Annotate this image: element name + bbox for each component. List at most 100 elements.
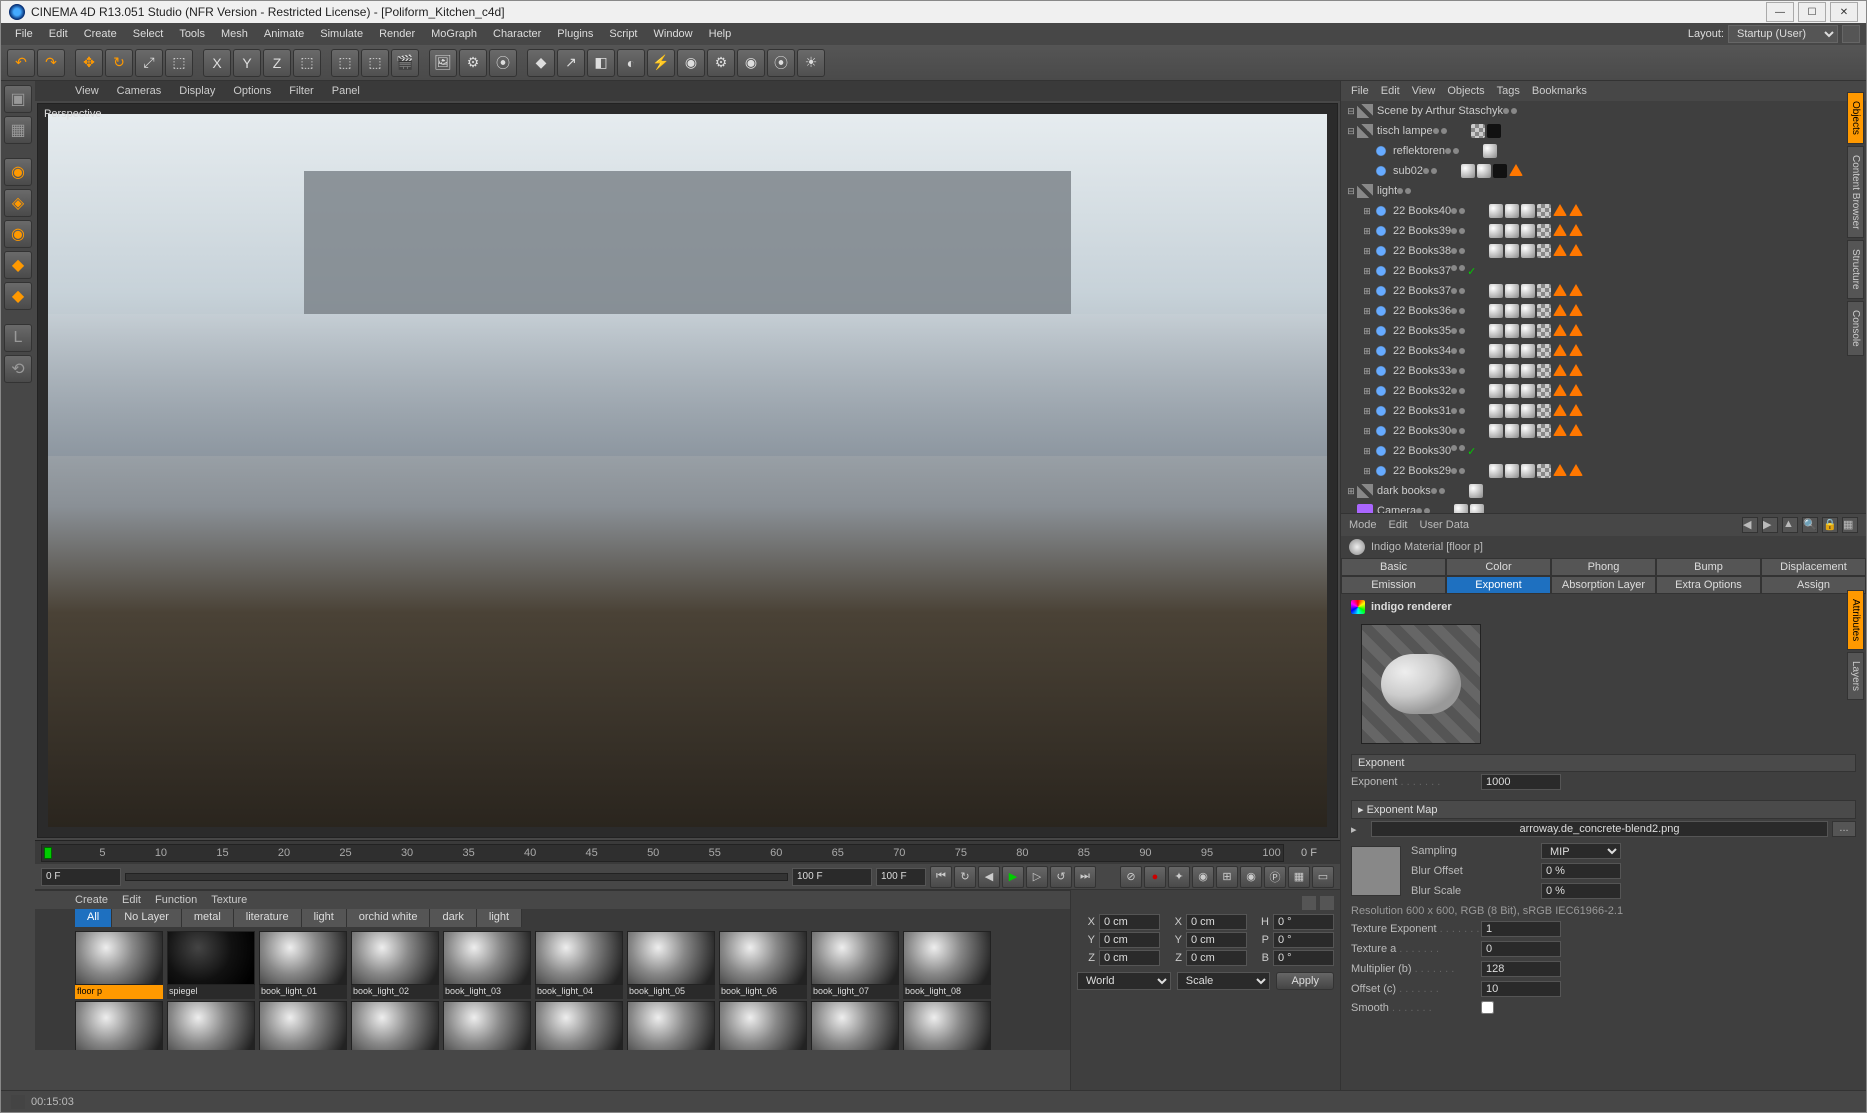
- obj-menu-bookmarks[interactable]: Bookmarks: [1532, 85, 1587, 97]
- playback-btn-10[interactable]: ✦: [1168, 866, 1190, 888]
- object-tree[interactable]: ⊟Scene by Arthur Staschyk⊟tisch lamperef…: [1341, 101, 1866, 513]
- tree-item-22-books30[interactable]: ⊞22 Books30✓: [1341, 441, 1866, 461]
- layout-dropdown[interactable]: Startup (User): [1728, 25, 1838, 43]
- tag-check[interactable]: [1537, 344, 1551, 358]
- view-menu-panel[interactable]: Panel: [332, 85, 360, 97]
- toolbar-btn-8[interactable]: Z: [263, 49, 291, 77]
- tag-mat[interactable]: [1489, 204, 1503, 218]
- coord-icon[interactable]: [1320, 896, 1334, 910]
- tag-check[interactable]: [1537, 284, 1551, 298]
- exponent-input[interactable]: [1481, 774, 1561, 790]
- tag-orange-tri[interactable]: [1509, 164, 1523, 176]
- tag-mat[interactable]: [1505, 364, 1519, 378]
- tex-a-input[interactable]: [1481, 941, 1561, 957]
- playback-btn-12[interactable]: ⊞: [1216, 866, 1238, 888]
- left-tool-6[interactable]: ◆: [4, 282, 32, 310]
- left-tool-3[interactable]: ◈: [4, 189, 32, 217]
- coord-x-input[interactable]: [1099, 914, 1160, 930]
- tag-mat[interactable]: [1505, 324, 1519, 338]
- tree-item-scene-by-arthur-staschyk[interactable]: ⊟Scene by Arthur Staschyk: [1341, 101, 1866, 121]
- tag-mat[interactable]: [1477, 164, 1491, 178]
- left-tool-8[interactable]: ⟲: [4, 355, 32, 383]
- sampling-dropdown[interactable]: MIP: [1541, 843, 1621, 859]
- tag-mat[interactable]: [1505, 344, 1519, 358]
- menu-select[interactable]: Select: [125, 25, 172, 43]
- material-book_light_05[interactable]: book_light_05: [627, 931, 715, 999]
- tag-check[interactable]: [1537, 224, 1551, 238]
- view-menu-options[interactable]: Options: [233, 85, 271, 97]
- tag-check[interactable]: [1537, 324, 1551, 338]
- left-tool-5[interactable]: ◆: [4, 251, 32, 279]
- menu-animate[interactable]: Animate: [256, 25, 312, 43]
- obj-menu-tags[interactable]: Tags: [1497, 85, 1520, 97]
- layout-settings-icon[interactable]: [1842, 25, 1860, 43]
- toolbar-btn-12[interactable]: 🎬: [391, 49, 419, 77]
- browse-button[interactable]: ...: [1832, 821, 1856, 837]
- coord-b-input[interactable]: [1273, 950, 1334, 966]
- tag-mat[interactable]: [1505, 284, 1519, 298]
- tag-orange-tri[interactable]: [1553, 224, 1567, 236]
- offset-input[interactable]: [1481, 981, 1561, 997]
- menu-character[interactable]: Character: [485, 25, 549, 43]
- mat-tab-dark[interactable]: dark: [430, 909, 476, 927]
- material-row2-5[interactable]: [535, 1001, 623, 1050]
- tag-orange-tri[interactable]: [1569, 464, 1583, 476]
- playback-btn-14[interactable]: Ⓟ: [1264, 866, 1286, 888]
- frame-end2-input[interactable]: [876, 868, 926, 886]
- coord-mode2-dropdown[interactable]: Scale: [1177, 972, 1271, 990]
- side-tab-content-browser[interactable]: Content Browser: [1847, 146, 1864, 238]
- mat-tab-no-layer[interactable]: No Layer: [112, 909, 182, 927]
- menu-mograph[interactable]: MoGraph: [423, 25, 485, 43]
- material-book_light_08[interactable]: book_light_08: [903, 931, 991, 999]
- tag-check[interactable]: [1537, 204, 1551, 218]
- coord-y-input[interactable]: [1099, 932, 1160, 948]
- tag-mat[interactable]: [1489, 304, 1503, 318]
- timeline-ruler[interactable]: 0510152025303540455055606570758085909510…: [41, 844, 1284, 862]
- tag-mat[interactable]: [1521, 344, 1535, 358]
- coord-sz-input[interactable]: [1186, 950, 1247, 966]
- multiplier-input[interactable]: [1481, 961, 1561, 977]
- toolbar-btn-18[interactable]: ◧: [587, 49, 615, 77]
- close-button[interactable]: ✕: [1830, 2, 1858, 22]
- playback-btn-13[interactable]: ◉: [1240, 866, 1262, 888]
- toolbar-btn-2[interactable]: ✥: [75, 49, 103, 77]
- blur-offset-input[interactable]: [1541, 863, 1621, 879]
- tag-black[interactable]: [1487, 124, 1501, 138]
- toolbar-btn-1[interactable]: ↷: [37, 49, 65, 77]
- tag-orange-tri[interactable]: [1553, 464, 1567, 476]
- tag-mat[interactable]: [1489, 324, 1503, 338]
- tag-mat[interactable]: [1521, 424, 1535, 438]
- obj-menu-objects[interactable]: Objects: [1447, 85, 1484, 97]
- tag-mat[interactable]: [1505, 384, 1519, 398]
- playback-btn-11[interactable]: ◉: [1192, 866, 1214, 888]
- tag-orange-tri[interactable]: [1553, 344, 1567, 356]
- material-row2-7[interactable]: [719, 1001, 807, 1050]
- tree-item-22-books31[interactable]: ⊞22 Books31: [1341, 401, 1866, 421]
- tag-mat[interactable]: [1521, 404, 1535, 418]
- tag-orange-tri[interactable]: [1569, 364, 1583, 376]
- tag-orange-tri[interactable]: [1553, 364, 1567, 376]
- search-icon[interactable]: 🔍: [1802, 517, 1818, 533]
- tree-item-22-books29[interactable]: ⊞22 Books29: [1341, 461, 1866, 481]
- tag-mat[interactable]: [1521, 204, 1535, 218]
- toolbar-btn-11[interactable]: ⬚: [361, 49, 389, 77]
- material-book_light_03[interactable]: book_light_03: [443, 931, 531, 999]
- mat-menu-texture[interactable]: Texture: [211, 894, 247, 906]
- tag-mat[interactable]: [1521, 364, 1535, 378]
- tag-mat[interactable]: [1470, 504, 1484, 513]
- tag-orange-tri[interactable]: [1553, 404, 1567, 416]
- texture-thumbnail[interactable]: [1351, 846, 1401, 896]
- toolbar-btn-24[interactable]: ⦿: [767, 49, 795, 77]
- tag-mat[interactable]: [1489, 364, 1503, 378]
- view-menu-display[interactable]: Display: [179, 85, 215, 97]
- tag-mat[interactable]: [1521, 284, 1535, 298]
- attr-tab-basic[interactable]: Basic: [1341, 558, 1446, 576]
- toolbar-btn-19[interactable]: ◐: [617, 49, 645, 77]
- tag-orange-tri[interactable]: [1569, 344, 1583, 356]
- attr-tab-color[interactable]: Color: [1446, 558, 1551, 576]
- lock-icon[interactable]: 🔒: [1822, 517, 1838, 533]
- toolbar-btn-22[interactable]: ⚙: [707, 49, 735, 77]
- coord-sx-input[interactable]: [1186, 914, 1247, 930]
- playback-btn-4[interactable]: ▷: [1026, 866, 1048, 888]
- material-row2-6[interactable]: [627, 1001, 715, 1050]
